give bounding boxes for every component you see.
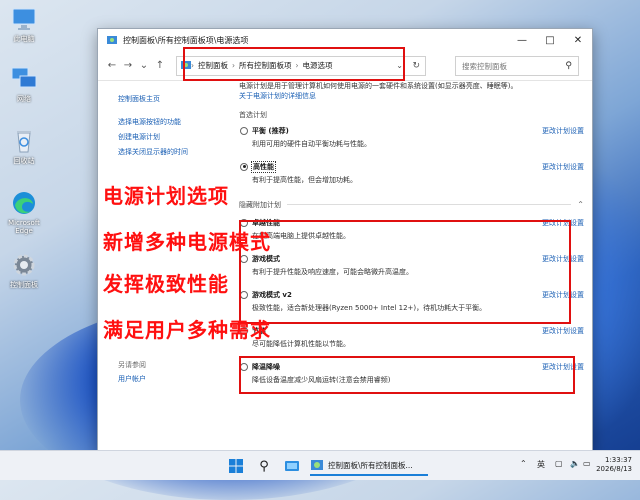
taskbar-active-window[interactable]: 控制面板\所有控制面板... — [310, 456, 428, 476]
change-plan-settings-link[interactable]: 更改计划设置 — [542, 126, 584, 136]
radio-button[interactable] — [240, 162, 248, 171]
plan-cool-quiet[interactable]: 降温降噪 降低设备温度减少风扇运转(注意会禁用睿频) 更改计划设置 — [239, 360, 584, 396]
volume-icon[interactable]: 🔈 — [570, 459, 580, 468]
power-plan-description: 电源计划是用于管理计算机如何使用电源的一套硬件和系统设置(如显示器亮度、睡眠等)… — [239, 82, 518, 100]
search-icon: ⚲ — [259, 458, 269, 474]
change-plan-settings-link[interactable]: 更改计划设置 — [542, 290, 584, 300]
minimize-button[interactable]: — — [508, 29, 536, 51]
breadcrumb-separator: › — [232, 61, 235, 70]
battery-icon[interactable]: ▭ — [583, 459, 591, 468]
network-icon[interactable]: ▢ — [555, 459, 563, 468]
gear-icon — [10, 252, 38, 278]
windows-logo-icon — [229, 459, 243, 473]
address-bar[interactable]: › 控制面板 › 所有控制面板项 › 电源选项 ⌄ ↻ — [176, 55, 426, 76]
task-view-button[interactable] — [282, 456, 302, 476]
overlay-line: 电源计划选项 — [103, 184, 229, 208]
search-icon: ⚲ — [565, 61, 572, 71]
chevron-up-icon[interactable]: ⌃ — [520, 459, 527, 468]
left-link-user-accounts[interactable]: 用户帐户 — [118, 374, 238, 384]
plan-power-saver[interactable]: 节能 尽可能降低计算机性能以节能。 更改计划设置 — [239, 324, 584, 360]
change-plan-settings-link[interactable]: 更改计划设置 — [542, 362, 584, 372]
clock-time: 1:33:37 — [605, 456, 632, 464]
divider — [287, 204, 572, 206]
plan-game-mode[interactable]: 游戏模式 有利于提升性能及响应速度，可能会略微升高温度。 更改计划设置 — [239, 252, 584, 288]
task-view-icon — [285, 461, 299, 471]
see-also-title: 另请参阅 — [118, 361, 146, 369]
taskbar: ⚲ 控制面板\所有控制面板... ⌃ 英 ▢ 🔈 ▭ 1:33:37 2026/… — [0, 450, 640, 480]
content-area: 控制面板主页 选择电源按钮的功能 创建电源计划 选择关闭显示器的时间 另请参阅 … — [98, 82, 592, 452]
control-panel-icon — [181, 60, 191, 72]
recycle-bin-icon — [10, 128, 38, 154]
left-link-power-button[interactable]: 选择电源按钮的功能 — [118, 117, 238, 127]
main-pane: 电源计划是用于管理计算机如何使用电源的一套硬件和系统设置(如显示器亮度、睡眠等)… — [239, 82, 584, 396]
desktop-icon-this-pc[interactable]: 此电脑 — [2, 6, 46, 43]
back-arrow-icon[interactable]: ← — [104, 60, 120, 71]
overlay-line: 满足用户多种需求 — [103, 318, 271, 342]
close-button[interactable]: ✕ — [564, 29, 592, 51]
recent-dropdown-icon[interactable]: ⌄ — [136, 60, 152, 71]
maximize-button[interactable]: □ — [536, 29, 564, 51]
change-plan-settings-link[interactable]: 更改计划设置 — [542, 218, 584, 228]
plan-ultimate-performance[interactable]: 卓越性能 在较高端电脑上提供卓越性能。 更改计划设置 — [239, 216, 584, 252]
clock[interactable]: 1:33:37 2026/8/13 — [596, 456, 632, 475]
preferred-plans-heading: 首选计划 — [239, 110, 267, 119]
desktop-icon-edge[interactable]: Microsoft Edge — [2, 190, 46, 235]
breadcrumb-item[interactable]: 所有控制面板项 — [239, 60, 292, 71]
window-title: 控制面板\所有控制面板项\电源选项 — [123, 35, 249, 45]
forward-arrow-icon[interactable]: → — [120, 60, 136, 71]
chevron-down-icon[interactable]: ⌄ — [396, 61, 403, 70]
monitor-icon — [10, 6, 38, 32]
left-link-display-off[interactable]: 选择关闭显示器的时间 — [118, 147, 238, 157]
control-panel-icon — [311, 460, 323, 470]
network-icon — [10, 66, 38, 92]
left-link-create-plan[interactable]: 创建电源计划 — [118, 132, 238, 142]
plan-game-mode-v2[interactable]: 游戏模式 v2 极致性能，适合新处理器(Ryzen 5000+ Intel 12… — [239, 288, 584, 324]
hidden-plans-header[interactable]: 隐藏附加计划 ⌃ — [239, 200, 584, 210]
chevron-up-icon[interactable]: ⌃ — [577, 200, 584, 209]
overlay-line: 新增多种电源模式 — [103, 230, 271, 254]
control-panel-icon — [106, 34, 118, 46]
desktop-icon-recycle-bin[interactable]: 回收站 — [2, 128, 46, 165]
start-button[interactable] — [226, 456, 246, 476]
breadcrumb-item[interactable]: 电源选项 — [303, 60, 333, 71]
refresh-icon[interactable]: ↻ — [412, 61, 420, 71]
plan-high-performance[interactable]: 高性能 有利于提高性能，但会增加功耗。 更改计划设置 — [239, 160, 584, 196]
up-arrow-icon[interactable]: ↑ — [152, 60, 168, 71]
clock-date: 2026/8/13 — [596, 465, 632, 474]
radio-button[interactable] — [240, 254, 248, 263]
desktop-icon-control-panel[interactable]: 控制面板 — [2, 252, 46, 289]
breadcrumb-separator: › — [295, 61, 299, 70]
ime-indicator[interactable]: 英 — [537, 459, 545, 470]
search-input[interactable]: 搜索控制面板 ⚲ — [455, 56, 579, 76]
change-plan-settings-link[interactable]: 更改计划设置 — [542, 326, 584, 336]
title-bar[interactable]: 控制面板\所有控制面板项\电源选项 — □ ✕ — [98, 29, 592, 51]
overlay-line: 发挥极致性能 — [103, 272, 229, 296]
breadcrumb-separator: › — [191, 61, 194, 70]
change-plan-settings-link[interactable]: 更改计划设置 — [542, 162, 584, 172]
edge-icon — [10, 190, 38, 216]
description-link[interactable]: 关于电源计划的详细信息 — [239, 92, 316, 100]
breadcrumb-item[interactable]: 控制面板 — [198, 60, 228, 71]
left-link-home[interactable]: 控制面板主页 — [118, 94, 238, 104]
change-plan-settings-link[interactable]: 更改计划设置 — [542, 254, 584, 264]
desktop-icon-network[interactable]: 网络 — [2, 66, 46, 103]
search-taskbar-button[interactable]: ⚲ — [254, 456, 274, 476]
radio-button[interactable] — [240, 290, 248, 299]
plan-balanced[interactable]: 平衡 (推荐) 利用可用的硬件自动平衡功耗与性能。 更改计划设置 — [239, 124, 584, 160]
radio-button[interactable] — [240, 126, 248, 135]
radio-button[interactable] — [240, 362, 248, 371]
